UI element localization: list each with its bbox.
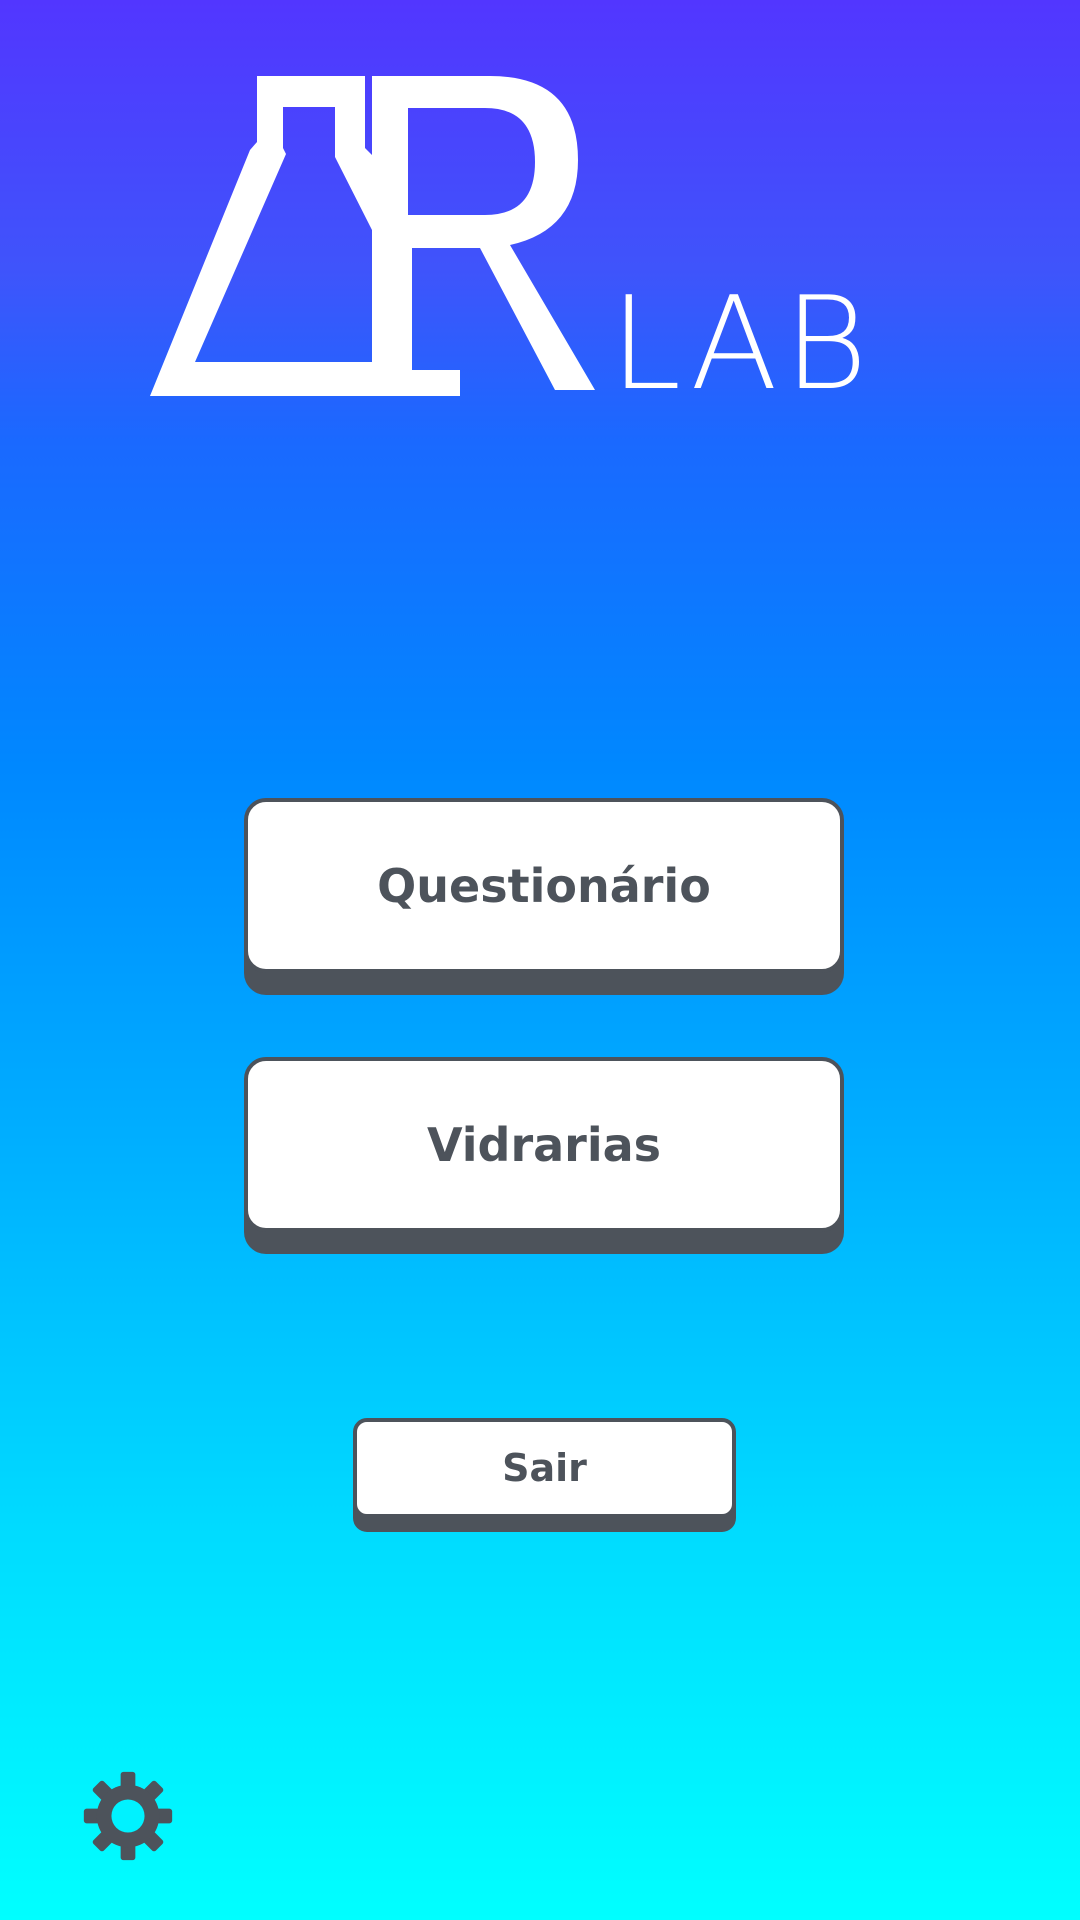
- settings-button[interactable]: [82, 1770, 174, 1862]
- app-logo: LAB: [150, 70, 868, 419]
- gear-icon: [83, 1771, 173, 1861]
- sair-button[interactable]: Sair: [353, 1418, 736, 1518]
- questionario-button-label: Questionário: [377, 858, 711, 913]
- r-logo-mark: [372, 76, 595, 396]
- vidrarias-button[interactable]: Vidrarias: [244, 1057, 844, 1232]
- flask-logo-mark: [150, 76, 372, 396]
- sair-button-label: Sair: [502, 1446, 587, 1490]
- vidrarias-button-label: Vidrarias: [426, 1117, 662, 1172]
- logo-suffix-text: LAB: [610, 270, 874, 419]
- questionario-button[interactable]: Questionário: [244, 798, 844, 973]
